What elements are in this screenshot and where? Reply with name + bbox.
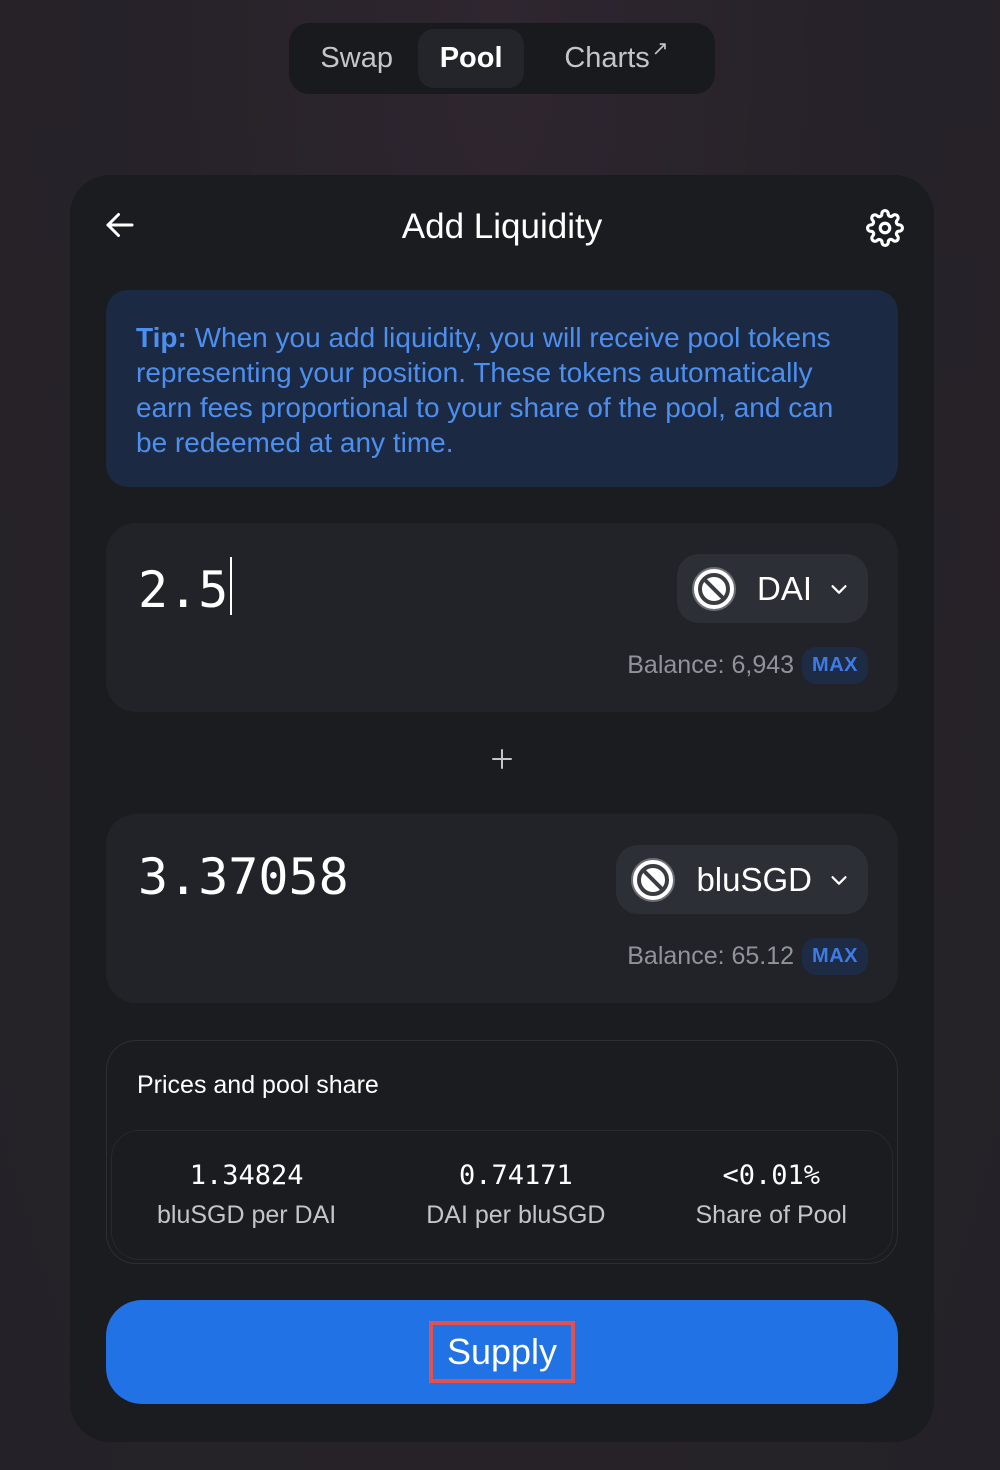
page-title: Add Liquidity (401, 207, 603, 246)
tab-swap[interactable]: Swap (295, 29, 418, 88)
stat-price-a: 1.34824 bluSGD per DAI (157, 1160, 336, 1230)
tab-pool[interactable]: Pool (418, 29, 524, 88)
plus-icon (492, 749, 512, 769)
stat-label: DAI per bluSGD (426, 1201, 606, 1229)
token-unknown-icon (631, 857, 676, 902)
supply-button-label: Supply (428, 1321, 576, 1383)
chevron-down-icon (831, 875, 847, 885)
stat-label: Share of Pool (695, 1201, 848, 1229)
prices-stats: 1.34824 bluSGD per DAI 0.74171 DAI per b… (111, 1130, 893, 1260)
token-unknown-icon (691, 566, 736, 611)
amount-value-a: 2.5 (138, 561, 229, 619)
max-button-b[interactable]: MAX (802, 938, 868, 975)
balance-a: Balance: 6,943 (627, 651, 795, 679)
tip-text: When you add liquidity, you will receive… (136, 322, 834, 458)
prices-title: Prices and pool share (137, 1071, 379, 1099)
token-select-b[interactable]: bluSGD (616, 845, 868, 914)
balance-row-a: Balance: 6,943 MAX (627, 647, 868, 684)
stat-value: 1.34824 (189, 1160, 304, 1191)
tip-box: Tip: When you add liquidity, you will re… (106, 290, 898, 487)
text-caret (230, 557, 233, 615)
max-button-a[interactable]: MAX (802, 647, 868, 684)
token-symbol-b: bluSGD (696, 860, 812, 898)
add-liquidity-card: Add Liquidity Tip: When you add liquidit… (70, 175, 934, 1442)
stat-value: 0.74171 (458, 1160, 573, 1191)
supply-button[interactable]: Supply (106, 1300, 898, 1404)
tip-label: Tip: (136, 322, 187, 353)
balance-b: Balance: 65.12 (627, 942, 795, 970)
prices-panel: Prices and pool share 1.34824 bluSGD per… (106, 1040, 898, 1264)
token-input-b: 3.37058 bluSGD Balance: 65.12 MAX (106, 814, 898, 1003)
stat-value: <0.01% (722, 1160, 821, 1191)
stat-price-b: 0.74171 DAI per bluSGD (426, 1160, 605, 1230)
chevron-down-icon (831, 584, 847, 594)
tab-charts[interactable]: Charts ↗ (524, 29, 709, 88)
balance-row-b: Balance: 65.12 MAX (627, 938, 868, 975)
gear-icon[interactable] (866, 209, 904, 247)
top-nav: Swap Pool Charts ↗ (289, 23, 715, 94)
amount-value-b: 3.37058 (138, 848, 349, 906)
tab-charts-label: Charts (564, 42, 650, 74)
token-select-a[interactable]: DAI (676, 554, 868, 623)
stat-pool-share: <0.01% Share of Pool (696, 1160, 848, 1230)
token-symbol-a: DAI (756, 569, 812, 607)
stat-label: bluSGD per DAI (157, 1201, 337, 1229)
amount-input-b[interactable]: 3.37058 (138, 848, 558, 906)
external-link-icon: ↗ (651, 38, 669, 60)
token-input-a: 2.5 DAI Balance: 6,943 MAX (106, 523, 898, 712)
amount-input-a[interactable]: 2.5 (138, 557, 558, 619)
